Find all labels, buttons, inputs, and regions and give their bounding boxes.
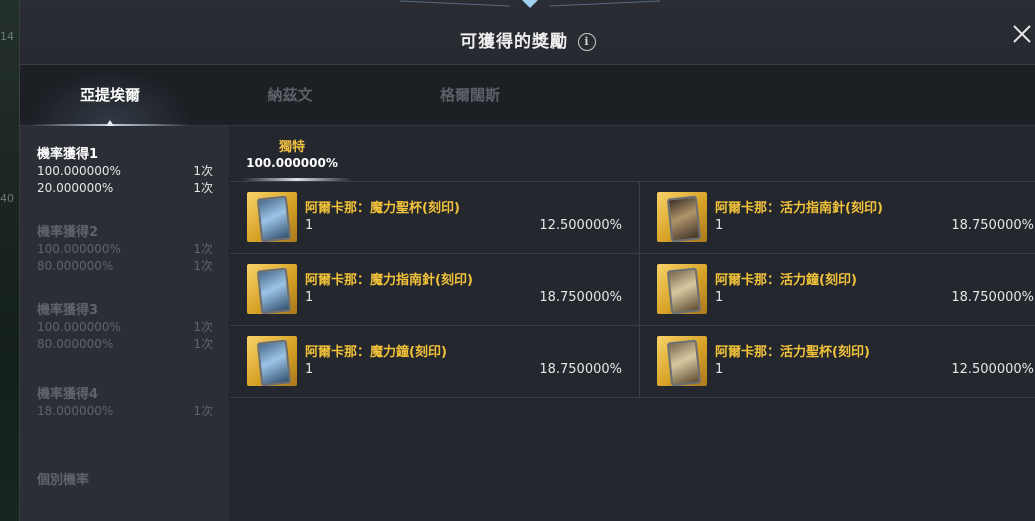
window-title: 可獲得的獎勵 i bbox=[20, 27, 1035, 52]
tab-label: 格爾闊斯 bbox=[439, 86, 500, 104]
row-pct: 80.000000% bbox=[37, 259, 114, 273]
item-probability: 18.750000% bbox=[539, 362, 622, 377]
tab-label: 納茲文 bbox=[267, 86, 313, 104]
probability-group-3[interactable]: 機率獲得3 100.000000% 1次 80.000000% 1次 bbox=[37, 299, 215, 353]
close-icon[interactable] bbox=[1010, 22, 1034, 46]
background-number: 14 bbox=[0, 30, 14, 43]
arcana-card-blue-icon bbox=[247, 336, 297, 387]
info-icon[interactable]: i bbox=[578, 33, 596, 51]
item-probability: 12.500000% bbox=[539, 218, 622, 233]
probability-sidebar: 機率獲得1 100.000000% 1次 20.000000% 1次 機率獲得2 1… bbox=[20, 126, 229, 521]
item-quantity: 1 bbox=[715, 218, 724, 233]
item-quantity: 1 bbox=[305, 290, 314, 305]
row-pct: 80.000000% bbox=[37, 337, 114, 351]
probability-group-1[interactable]: 機率獲得1 100.000000% 1次 20.000000% 1次 bbox=[37, 143, 215, 197]
subtab-pct: 100.000000% bbox=[246, 156, 338, 170]
arcana-card-gold-icon bbox=[657, 336, 707, 387]
reward-item[interactable]: 阿爾卡那：魔力聖杯(刻印) 1 12.500000% bbox=[230, 182, 640, 254]
item-probability: 18.750000% bbox=[951, 290, 1034, 305]
group-title: 機率獲得1 bbox=[37, 147, 99, 162]
group-title: 機率獲得2 bbox=[37, 225, 99, 240]
item-quantity: 1 bbox=[305, 362, 314, 377]
ornament-icon bbox=[400, 0, 660, 8]
background-number: 40 bbox=[0, 192, 14, 205]
row-count: 1次 bbox=[193, 164, 213, 178]
item-probability: 18.750000% bbox=[539, 290, 622, 305]
tab-region-3[interactable]: 格爾闊斯 bbox=[380, 65, 560, 125]
item-name: 阿爾卡那：魔力指南針(刻印) bbox=[305, 273, 473, 288]
region-tabs: 亞提埃爾 納茲文 格爾闊斯 bbox=[20, 65, 1035, 126]
arcana-card-gold-icon bbox=[657, 192, 707, 243]
tab-label: 亞提埃爾 bbox=[79, 86, 140, 104]
reward-item[interactable]: 阿爾卡那：魔力鐘(刻印) 1 18.750000% bbox=[230, 326, 640, 398]
item-quantity: 1 bbox=[305, 218, 314, 233]
row-count: 1次 bbox=[193, 242, 213, 256]
group-row: 80.000000% 1次 bbox=[37, 336, 215, 353]
subtab-name: 獨特 bbox=[278, 140, 305, 155]
row-pct: 100.000000% bbox=[37, 242, 121, 256]
title-bar: 可獲得的獎勵 i bbox=[20, 0, 1035, 65]
item-name: 阿爾卡那：活力鐘(刻印) bbox=[715, 273, 857, 288]
subtab-unique[interactable]: 獨特 100.000000% bbox=[242, 136, 342, 170]
group-row: 100.000000% 1次 bbox=[37, 319, 215, 336]
item-probability: 12.500000% bbox=[951, 362, 1034, 377]
reward-item[interactable]: 阿爾卡那：活力聖杯(刻印) 1 12.500000% bbox=[639, 326, 1035, 398]
group-title: 機率獲得4 bbox=[37, 387, 99, 402]
row-count: 1次 bbox=[193, 404, 213, 418]
group-row: 18.000000% 1次 bbox=[37, 403, 215, 420]
rewards-window: 可獲得的獎勵 i 亞提埃爾 納茲文 格爾闊斯 機率獲得1 100.000000% 1… bbox=[19, 0, 1035, 521]
group-row: 100.000000% 1次 bbox=[37, 241, 215, 258]
group-title: 機率獲得3 bbox=[37, 303, 99, 318]
individual-probability-link[interactable]: 個別機率 bbox=[37, 469, 89, 488]
reward-item[interactable]: 阿爾卡那：魔力指南針(刻印) 1 18.750000% bbox=[230, 254, 640, 326]
probability-group-2[interactable]: 機率獲得2 100.000000% 1次 80.000000% 1次 bbox=[37, 221, 215, 275]
row-count: 1次 bbox=[193, 181, 213, 195]
item-name: 阿爾卡那：魔力鐘(刻印) bbox=[305, 345, 447, 360]
item-probability: 18.750000% bbox=[951, 218, 1034, 233]
arcana-card-gold-icon bbox=[657, 264, 707, 315]
row-pct: 18.000000% bbox=[37, 404, 114, 418]
group-row: 80.000000% 1次 bbox=[37, 258, 215, 275]
arcana-card-blue-icon bbox=[247, 192, 297, 243]
row-pct: 20.000000% bbox=[37, 181, 114, 195]
row-count: 1次 bbox=[193, 320, 213, 334]
row-pct: 100.000000% bbox=[37, 320, 121, 334]
row-pct: 100.000000% bbox=[37, 164, 121, 178]
group-row: 20.000000% 1次 bbox=[37, 180, 215, 197]
probability-group-4[interactable]: 機率獲得4 18.000000% 1次 bbox=[37, 383, 215, 420]
reward-content: 獨特 100.000000% 阿爾卡那：魔力聖杯(刻印) 1 12.500000… bbox=[230, 126, 1035, 521]
group-row: 100.000000% 1次 bbox=[37, 163, 215, 180]
reward-item[interactable]: 阿爾卡那：活力指南針(刻印) 1 18.750000% bbox=[639, 182, 1035, 254]
item-quantity: 1 bbox=[715, 362, 724, 377]
reward-item[interactable]: 阿爾卡那：活力鐘(刻印) 1 18.750000% bbox=[639, 254, 1035, 326]
item-quantity: 1 bbox=[715, 290, 724, 305]
item-name: 阿爾卡那：活力聖杯(刻印) bbox=[715, 345, 870, 360]
tab-region-1[interactable]: 亞提埃爾 bbox=[20, 65, 200, 126]
row-count: 1次 bbox=[193, 259, 213, 273]
item-name: 阿爾卡那：魔力聖杯(刻印) bbox=[305, 201, 460, 216]
arcana-card-blue-icon bbox=[247, 264, 297, 315]
tab-region-2[interactable]: 納茲文 bbox=[200, 65, 380, 125]
window-title-text: 可獲得的獎勵 bbox=[460, 32, 568, 52]
item-name: 阿爾卡那：活力指南針(刻印) bbox=[715, 201, 883, 216]
row-count: 1次 bbox=[193, 337, 213, 351]
